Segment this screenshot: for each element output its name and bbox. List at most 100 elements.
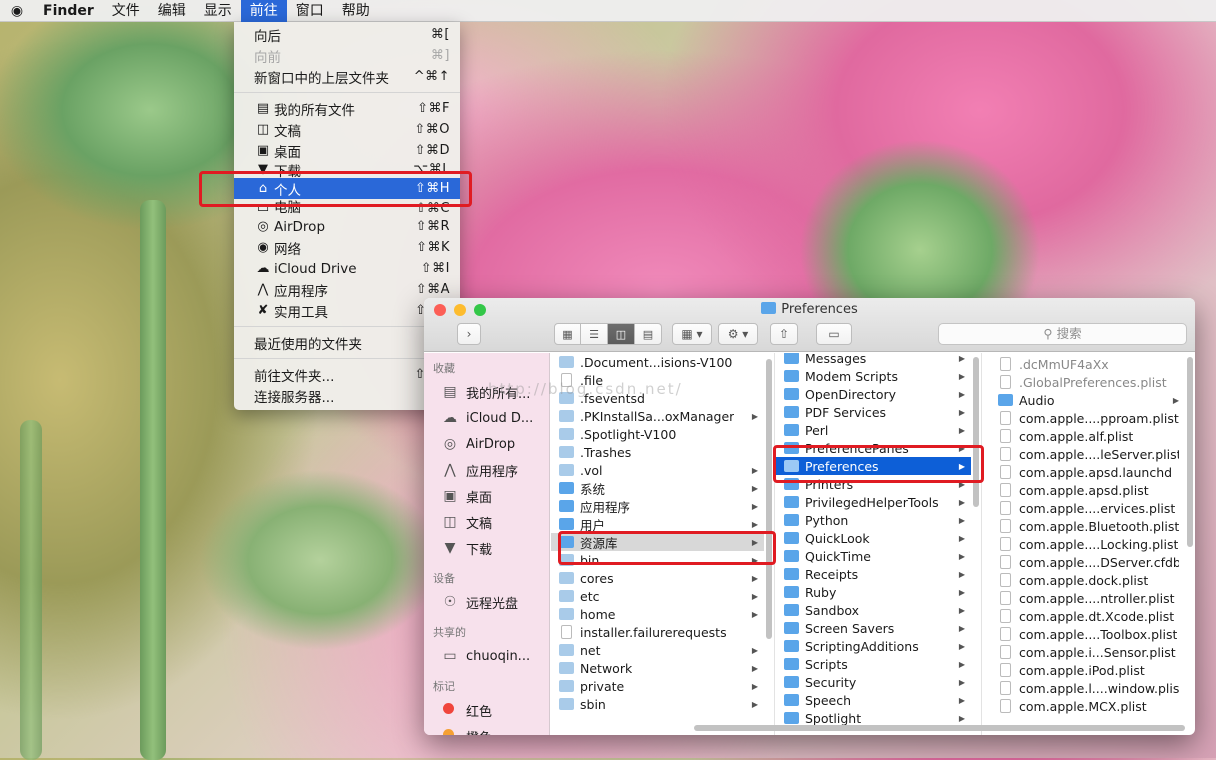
menu-item-applications[interactable]: ⋀ 应用程序 ⇧⌘A (234, 279, 460, 300)
search-input[interactable]: ⚲ 搜索 (938, 323, 1187, 345)
arrange-button[interactable]: ▦ ▾ (672, 323, 712, 345)
menu-item-all-files[interactable]: ▤ 我的所有文件 ⇧⌘F (234, 98, 460, 119)
list-item[interactable]: com.apple.iPod.plist (990, 661, 1185, 679)
sidebar-item-remote-disc[interactable]: ☉ 远程光盘 (424, 589, 549, 615)
scrollbar[interactable] (766, 359, 772, 639)
list-item[interactable]: private ▶ (551, 677, 764, 695)
forward-button[interactable]: › (457, 323, 481, 345)
list-item[interactable]: com.apple.dock.plist (990, 571, 1185, 589)
list-item[interactable]: com.apple.Bluetooth.plist (990, 517, 1185, 535)
list-item[interactable]: Audio ▶ (990, 391, 1185, 409)
list-item[interactable]: 系统 ▶ (551, 479, 764, 497)
list-item[interactable]: com.apple....Locking.plist (990, 535, 1185, 553)
list-item[interactable]: net ▶ (551, 641, 764, 659)
horizontal-scrollbar[interactable] (694, 725, 1185, 731)
sidebar-item-airdrop[interactable]: ◎ AirDrop (424, 431, 549, 457)
list-item[interactable]: Python ▶ (776, 511, 971, 529)
list-view-button[interactable]: ☰ (581, 323, 608, 345)
sidebar-item-tag-orange[interactable]: 橙色 (424, 723, 549, 735)
list-item[interactable]: com.apple.MCX.plist (990, 697, 1185, 715)
list-item[interactable]: Scripts ▶ (776, 655, 971, 673)
menu-help[interactable]: 帮助 (333, 0, 379, 22)
list-item[interactable]: Perl ▶ (776, 421, 971, 439)
list-item[interactable]: com.apple.l....window.plist (990, 679, 1185, 697)
list-item[interactable]: Speech ▶ (776, 691, 971, 709)
list-item[interactable]: com.apple....pproam.plist (990, 409, 1185, 427)
list-item[interactable]: cores ▶ (551, 569, 764, 587)
menu-item-enclosing-folder[interactable]: 新窗口中的上层文件夹 ^⌘↑ (234, 66, 460, 87)
sidebar-item-desktop[interactable]: ▣ 桌面 (424, 483, 549, 509)
list-item[interactable]: com.apple....Toolbox.plist (990, 625, 1185, 643)
sidebar-item-icloud[interactable]: ☁ iCloud D... (424, 405, 549, 431)
list-item[interactable]: PrivilegedHelperTools ▶ (776, 493, 971, 511)
menu-finder[interactable]: Finder (34, 0, 103, 22)
file-name: PrivilegedHelperTools (805, 494, 939, 510)
list-item[interactable]: QuickLook ▶ (776, 529, 971, 547)
list-item[interactable]: com.apple.apsd.plist (990, 481, 1185, 499)
list-item[interactable]: com.apple.dt.Xcode.plist (990, 607, 1185, 625)
list-item[interactable]: Modem Scripts ▶ (776, 367, 971, 385)
icon-view-button[interactable]: ▦ (554, 323, 581, 345)
scrollbar[interactable] (973, 357, 979, 507)
sidebar-item-applications[interactable]: ⋀ 应用程序 (424, 457, 549, 483)
list-item[interactable]: com.apple....leServer.plist (990, 445, 1185, 463)
list-item[interactable]: ScriptingAdditions ▶ (776, 637, 971, 655)
list-item[interactable]: com.apple....ntroller.plist (990, 589, 1185, 607)
list-item[interactable]: Messages ▶ (776, 353, 971, 367)
list-item[interactable]: installer.failurerequests (551, 623, 764, 641)
menu-item-airdrop[interactable]: ◎ AirDrop ⇧⌘R (234, 216, 460, 237)
menu-edit[interactable]: 编辑 (149, 0, 195, 22)
list-item[interactable]: .vol ▶ (551, 461, 764, 479)
title-bar[interactable]: Preferences › ▦ ☰ ◫ ▤ ▦ ▾ ⚙ ▾ ⇧ ▭ ⚲ 搜索 (424, 298, 1195, 352)
list-item[interactable]: etc ▶ (551, 587, 764, 605)
chevron-right-icon: ▶ (751, 573, 758, 583)
action-button[interactable]: ⚙ ▾ (718, 323, 758, 345)
menu-item-icloud-drive[interactable]: ☁ iCloud Drive ⇧⌘I (234, 258, 460, 279)
menu-item-network[interactable]: ◉ 网络 ⇧⌘K (234, 237, 460, 258)
list-item[interactable]: sbin ▶ (551, 695, 764, 713)
apple-logo-icon[interactable]: ◉ (0, 3, 34, 19)
menu-file[interactable]: 文件 (103, 0, 149, 22)
menu-item-back[interactable]: 向后 ⌘[ (234, 24, 460, 45)
sidebar-item-tag-red[interactable]: 红色 (424, 697, 549, 723)
list-item[interactable]: Security ▶ (776, 673, 971, 691)
list-item[interactable]: com.apple.apsd.launchd (990, 463, 1185, 481)
list-item[interactable]: home ▶ (551, 605, 764, 623)
list-item[interactable]: .dcMmUF4aXx (990, 355, 1185, 373)
sidebar: 收藏 ▤ 我的所有... ☁ iCloud D... ◎ AirDrop ⋀ 应用程序 … (424, 353, 550, 735)
list-item[interactable]: PDF Services ▶ (776, 403, 971, 421)
cover-flow-button[interactable]: ▤ (635, 323, 662, 345)
menu-item-documents[interactable]: ◫ 文稿 ⇧⌘O (234, 119, 460, 140)
list-item[interactable]: com.apple....ervices.plist (990, 499, 1185, 517)
list-item[interactable]: com.apple.i...Sensor.plist (990, 643, 1185, 661)
list-item[interactable]: Receipts ▶ (776, 565, 971, 583)
list-item[interactable]: com.apple....DServer.cfdb (990, 553, 1185, 571)
folder-icon (784, 658, 799, 670)
list-item[interactable]: Ruby ▶ (776, 583, 971, 601)
folder-icon (784, 604, 799, 616)
list-item[interactable]: Screen Savers ▶ (776, 619, 971, 637)
sidebar-item-downloads[interactable]: ▼ 下载 (424, 535, 549, 561)
list-item[interactable]: .Spotlight-V100 (551, 425, 764, 443)
share-button[interactable]: ⇧ (770, 323, 798, 345)
list-item[interactable]: .Document...isions-V100 (551, 353, 764, 371)
list-item[interactable]: .GlobalPreferences.plist (990, 373, 1185, 391)
menu-window[interactable]: 窗口 (287, 0, 333, 22)
sidebar-item-documents[interactable]: ◫ 文稿 (424, 509, 549, 535)
menu-view[interactable]: 显示 (195, 0, 241, 22)
sidebar-item-shared-computer[interactable]: ▭ chuoqin... (424, 643, 549, 669)
list-item[interactable]: Network ▶ (551, 659, 764, 677)
folder-icon (559, 428, 574, 440)
list-item[interactable]: .Trashes (551, 443, 764, 461)
list-item[interactable]: Sandbox ▶ (776, 601, 971, 619)
column-view-button[interactable]: ◫ (608, 323, 635, 345)
list-item[interactable]: com.apple.alf.plist (990, 427, 1185, 445)
list-item[interactable]: OpenDirectory ▶ (776, 385, 971, 403)
menu-go[interactable]: 前往 (240, 0, 287, 22)
scrollbar[interactable] (1187, 357, 1193, 547)
list-item[interactable]: 应用程序 ▶ (551, 497, 764, 515)
list-item[interactable]: .PKInstallSa...oxManager ▶ (551, 407, 764, 425)
tags-button[interactable]: ▭ (816, 323, 852, 345)
list-item[interactable]: QuickTime ▶ (776, 547, 971, 565)
menu-item-desktop[interactable]: ▣ 桌面 ⇧⌘D (234, 140, 460, 161)
